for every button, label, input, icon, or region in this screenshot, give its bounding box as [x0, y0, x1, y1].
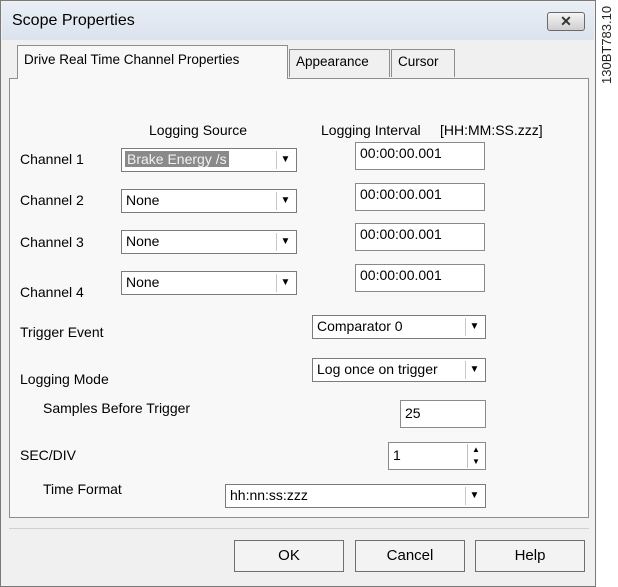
chevron-down-icon: ▼	[465, 361, 483, 379]
logging-interval-header: Logging Interval	[321, 122, 421, 138]
tab-drive-real-time-channel-properties[interactable]: Drive Real Time Channel Properties	[17, 45, 288, 79]
channel-3-interval-value: 00:00:00.001	[360, 226, 442, 242]
sec-div-label: SEC/DIV	[20, 447, 77, 463]
window-title: Scope Properties	[12, 12, 135, 29]
channel-2-source-value: None	[126, 192, 160, 208]
channel-4-source-value: None	[126, 274, 160, 290]
tab-panel	[9, 78, 589, 518]
time-format-label: Time Format	[43, 481, 122, 497]
trigger-event-value: Comparator 0	[317, 318, 403, 334]
close-icon: ✕	[560, 13, 572, 29]
channel-3-label: Channel 3	[20, 234, 84, 250]
samples-before-trigger-value: 25	[405, 405, 421, 421]
help-button[interactable]: Help	[475, 540, 585, 572]
tab-label: Cursor	[398, 54, 439, 69]
channel-4-label: Channel 4	[20, 284, 84, 300]
channel-2-interval-value: 00:00:00.001	[360, 186, 442, 202]
channel-1-source-select[interactable]: Brake Energy /s ▼	[121, 148, 297, 172]
figure-code-label: 130BT783.10	[599, 5, 614, 84]
spin-down-icon[interactable]: ▼	[468, 456, 484, 467]
tab-appearance[interactable]: Appearance	[289, 49, 390, 77]
chevron-down-icon: ▼	[276, 274, 294, 292]
trigger-event-label: Trigger Event	[20, 324, 104, 340]
button-bar-separator	[9, 528, 589, 529]
sec-div-value: 1	[393, 447, 401, 463]
time-format-select[interactable]: hh:nn:ss:zzz ▼	[225, 484, 486, 508]
chevron-down-icon: ▼	[276, 151, 294, 169]
logging-mode-value: Log once on trigger	[317, 361, 438, 377]
spin-up-icon[interactable]: ▲	[468, 444, 484, 455]
channel-2-interval-input[interactable]: 00:00:00.001	[355, 183, 485, 211]
chevron-down-icon: ▼	[465, 318, 483, 336]
scope-properties-dialog: Scope Properties ✕ Drive Real Time Chann…	[0, 0, 596, 587]
channel-1-interval-input[interactable]: 00:00:00.001	[355, 142, 485, 170]
sec-div-spinner[interactable]: 1 ▲ ▼	[388, 442, 486, 470]
channel-4-interval-value: 00:00:00.001	[360, 267, 442, 283]
tab-label: Drive Real Time Channel Properties	[24, 52, 240, 67]
channel-3-source-value: None	[126, 233, 160, 249]
channel-4-interval-input[interactable]: 00:00:00.001	[355, 264, 485, 292]
logging-mode-select[interactable]: Log once on trigger ▼	[312, 358, 486, 382]
channel-2-label: Channel 2	[20, 192, 84, 208]
channel-4-source-select[interactable]: None ▼	[121, 271, 297, 295]
chevron-down-icon: ▼	[276, 192, 294, 210]
time-format-value: hh:nn:ss:zzz	[230, 487, 308, 503]
interval-format-hint: [HH:MM:SS.zzz]	[440, 122, 543, 138]
logging-mode-label: Logging Mode	[20, 371, 109, 387]
tab-label: Appearance	[296, 54, 369, 69]
chevron-down-icon: ▼	[465, 487, 483, 505]
trigger-event-select[interactable]: Comparator 0 ▼	[312, 315, 486, 339]
samples-before-trigger-label: Samples Before Trigger	[43, 400, 191, 416]
channel-3-interval-input[interactable]: 00:00:00.001	[355, 223, 485, 251]
channel-2-source-select[interactable]: None ▼	[121, 189, 297, 213]
close-button[interactable]: ✕	[547, 12, 585, 31]
channel-1-interval-value: 00:00:00.001	[360, 145, 442, 161]
ok-button[interactable]: OK	[234, 540, 344, 572]
chevron-down-icon: ▼	[276, 233, 294, 251]
cancel-button[interactable]: Cancel	[355, 540, 465, 572]
samples-before-trigger-input[interactable]: 25	[400, 400, 486, 428]
channel-1-source-value: Brake Energy /s	[125, 151, 229, 167]
title-bar: Scope Properties ✕	[2, 2, 594, 40]
logging-source-header: Logging Source	[149, 122, 248, 138]
figure-code: 130BT783.10	[594, 4, 618, 204]
tab-cursor[interactable]: Cursor	[391, 49, 455, 77]
channel-1-label: Channel 1	[20, 151, 84, 167]
channel-3-source-select[interactable]: None ▼	[121, 230, 297, 254]
spin-buttons: ▲ ▼	[467, 444, 484, 468]
